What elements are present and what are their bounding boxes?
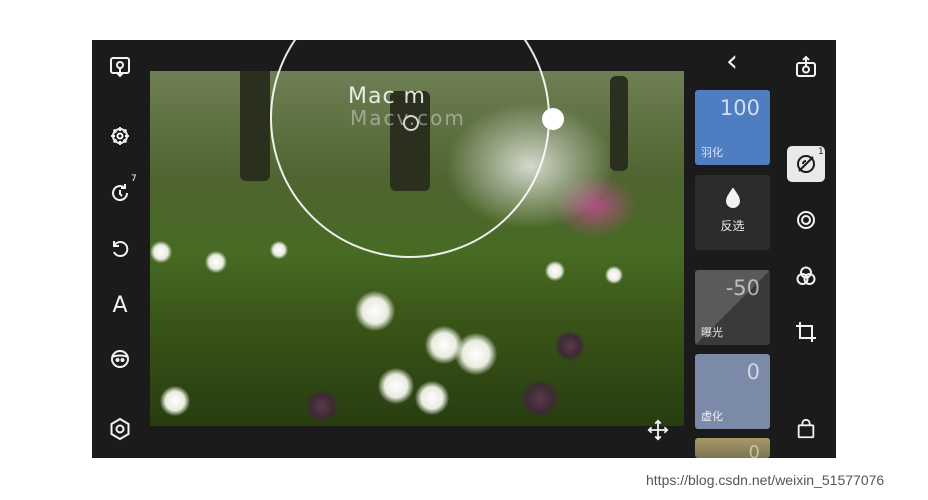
text-tool-icon[interactable]: A: [104, 289, 136, 321]
radial-mask-icon[interactable]: [790, 204, 822, 236]
clover-flower: [545, 261, 565, 281]
purple-clover: [555, 331, 585, 361]
exposure-panel[interactable]: -50 曝光: [695, 270, 770, 345]
blur-value: 0: [746, 360, 760, 384]
portrait-icon[interactable]: [104, 343, 136, 375]
feather-label: 羽化: [701, 146, 723, 159]
exposure-value: -50: [725, 276, 760, 300]
bag-icon[interactable]: [790, 413, 822, 445]
footer-watermark: https://blog.csdn.net/weixin_51577076: [646, 472, 885, 488]
extra-value: 0: [748, 442, 760, 458]
clover-flower: [378, 368, 414, 404]
feather-value: 100: [719, 96, 760, 120]
clover-flower: [205, 251, 227, 273]
export-icon[interactable]: [104, 51, 136, 83]
invert-panel[interactable]: 反选: [695, 175, 770, 250]
tree-trunk: [240, 71, 270, 181]
move-icon[interactable]: [644, 416, 672, 444]
clover-flower: [160, 386, 190, 416]
crop-icon[interactable]: [790, 316, 822, 348]
purple-clover: [305, 391, 339, 421]
blur-label: 虚化: [701, 410, 723, 423]
back-button[interactable]: ‹: [718, 47, 746, 77]
drop-icon: [722, 187, 744, 209]
radial-mask-handle[interactable]: [542, 108, 564, 130]
history-badge: 7: [131, 174, 137, 184]
tree-trunk: [610, 76, 628, 171]
mask-tool-badge: 1: [818, 147, 824, 157]
settings-hexagon-icon[interactable]: [104, 413, 136, 445]
exposure-label: 曝光: [701, 326, 723, 339]
feather-panel[interactable]: 100 羽化: [695, 90, 770, 165]
color-mix-icon[interactable]: [790, 260, 822, 292]
extra-panel[interactable]: 0: [695, 438, 770, 458]
watermark-text: Macv.com: [350, 106, 466, 130]
clover-flower: [270, 241, 288, 259]
clover-flower: [455, 333, 497, 375]
invert-label: 反选: [720, 219, 745, 233]
clover-flower: [355, 291, 395, 331]
share-icon[interactable]: [790, 51, 822, 83]
clover-flower: [415, 381, 449, 415]
presets-icon[interactable]: [104, 120, 136, 152]
clover-flower: [150, 241, 172, 263]
blur-panel[interactable]: 0 虚化: [695, 354, 770, 429]
clover-flower: [605, 266, 623, 284]
undo-icon[interactable]: [104, 233, 136, 265]
purple-clover: [520, 381, 560, 416]
